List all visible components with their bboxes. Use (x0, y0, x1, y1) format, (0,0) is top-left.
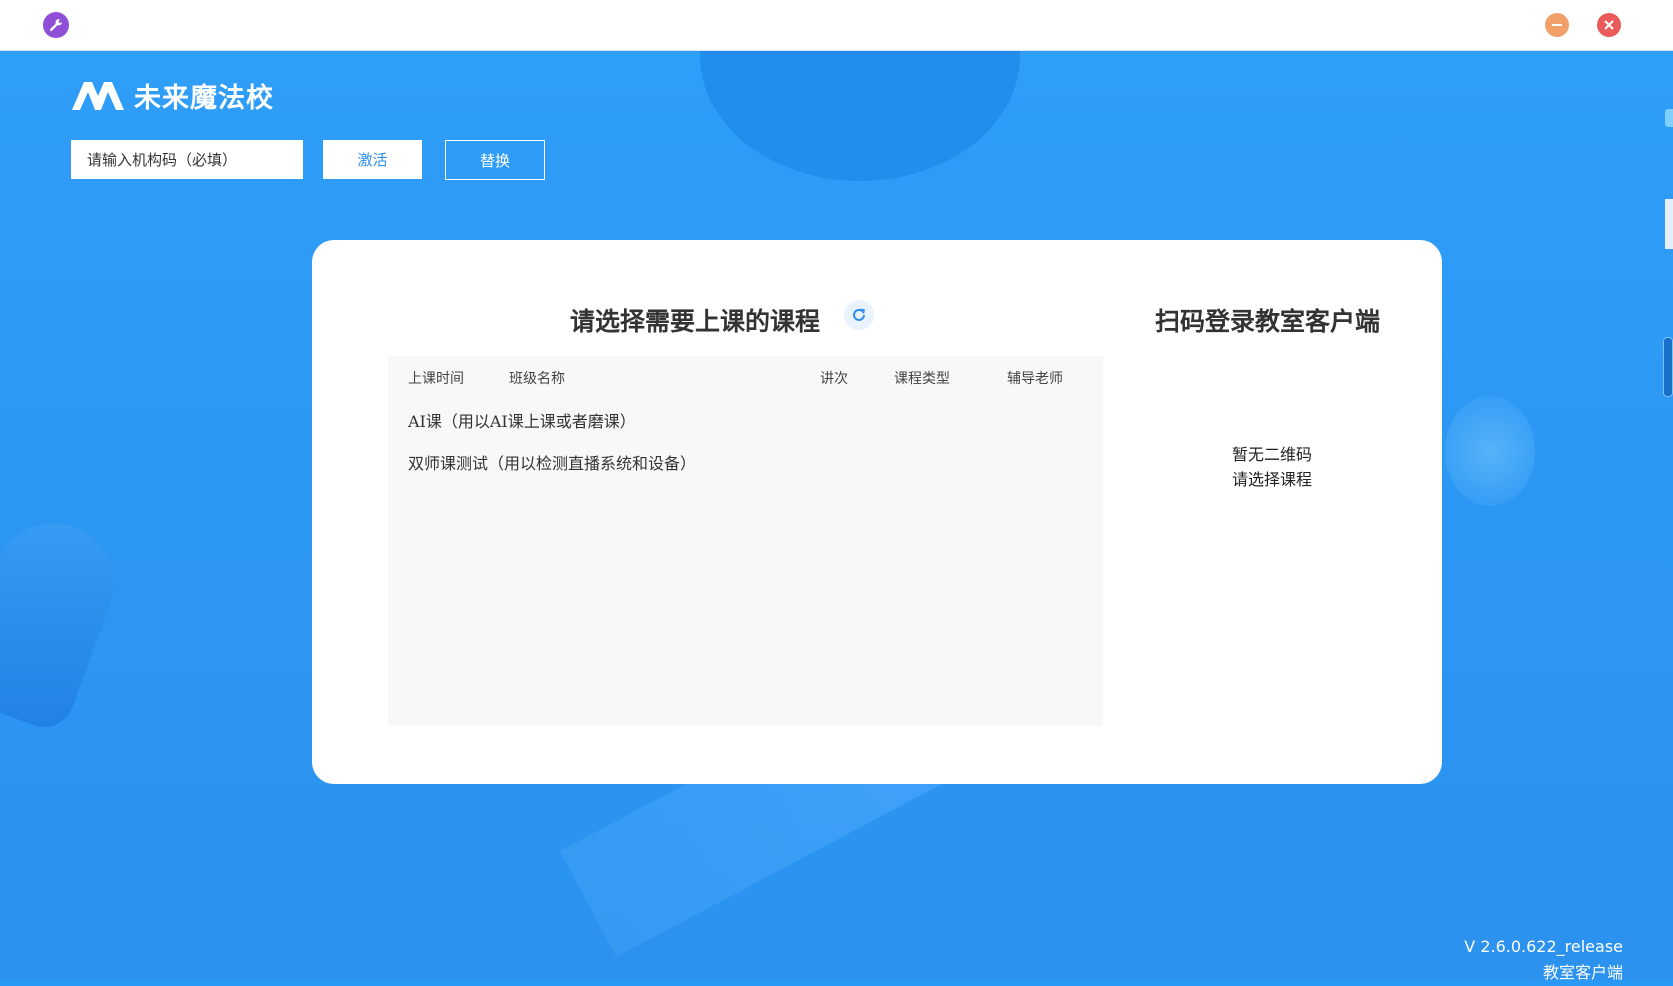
refresh-button[interactable] (844, 300, 874, 330)
course-panel-title: 请选择需要上课的课程 (570, 307, 821, 336)
course-row-ai[interactable]: AI课（用以AI课上课或者磨课） (408, 408, 636, 432)
scrollbar-thumb[interactable] (1663, 337, 1673, 397)
edge-tab (1665, 109, 1673, 127)
column-header-teacher: 辅导老师 (1007, 371, 1063, 387)
double-m-logo (72, 81, 124, 110)
close-icon (1604, 20, 1614, 30)
version-number: V 2.6.0.622_release (1464, 937, 1623, 956)
qr-panel-title: 扫码登录教室客户端 (1155, 307, 1381, 336)
decor-circle (700, 51, 1020, 181)
edge-panel (1665, 199, 1673, 249)
wrench-icon[interactable] (43, 12, 69, 38)
column-header-class: 班级名称 (509, 371, 565, 387)
minimize-button[interactable] (1545, 13, 1569, 37)
qr-empty-state: 暂无二维码 请选择课程 (1162, 442, 1382, 492)
qr-empty-line2: 请选择课程 (1231, 470, 1312, 489)
decor-glow (1445, 396, 1535, 506)
replace-button[interactable]: 替换 (445, 140, 545, 180)
minus-icon (1552, 24, 1562, 26)
decor-rocket (0, 506, 131, 736)
column-header-time: 上课时间 (408, 371, 464, 387)
course-table: 上课时间 班级名称 讲次 课程类型 辅导老师 AI课（用以AI课上课或者磨课） … (388, 356, 1103, 726)
close-button[interactable] (1597, 13, 1621, 37)
org-code-input[interactable] (71, 140, 303, 179)
course-card: 请选择需要上课的课程 扫码登录教室客户端 上课时间 班级名称 讲次 课程类型 辅… (312, 240, 1442, 784)
brand-name: 未来魔法校 (134, 83, 274, 114)
qr-empty-line1: 暂无二维码 (1231, 445, 1312, 464)
version-info: V 2.6.0.622_release 教室客户端 (1464, 934, 1623, 986)
client-name: 教室客户端 (1542, 963, 1623, 982)
course-row-dual-teacher[interactable]: 双师课测试（用以检测直播系统和设备） (408, 450, 696, 474)
activate-button[interactable]: 激活 (323, 140, 422, 179)
brand-logo: 未来魔法校 (70, 76, 274, 115)
refresh-icon (853, 308, 865, 321)
column-header-lecture: 讲次 (820, 371, 848, 387)
title-bar (0, 0, 1673, 51)
column-header-type: 课程类型 (894, 371, 950, 387)
